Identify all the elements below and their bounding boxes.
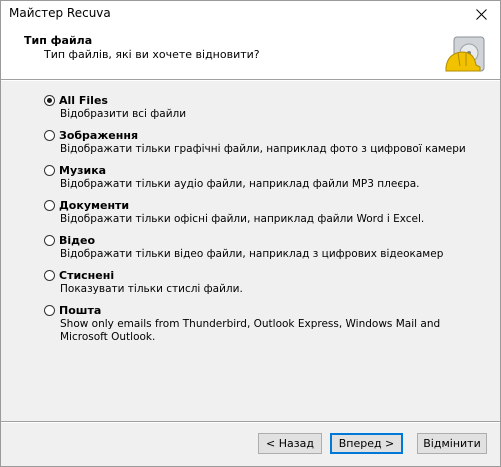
option-email[interactable]: Пошта Show only emails from Thunderbird,… bbox=[44, 303, 484, 351]
option-description: Show only emails from Thunderbird, Outlo… bbox=[60, 318, 441, 343]
option-label: Документи bbox=[59, 199, 130, 212]
option-documents[interactable]: Документи Відображати тільки офісні файл… bbox=[44, 198, 484, 233]
option-description: Відображати тільки графічні файли, напри… bbox=[60, 143, 466, 155]
window-title: Майстер Recuva bbox=[9, 6, 111, 20]
option-description: Відображати тільки відео файли, наприкла… bbox=[60, 248, 444, 260]
option-description: Відображати тільки аудіо файли, наприкла… bbox=[60, 178, 420, 190]
option-description: Відображати тільки офісні файли, наприкл… bbox=[60, 213, 425, 225]
radio-compressed[interactable] bbox=[44, 270, 55, 281]
file-type-options: All Files Відобразити всі файли Зображен… bbox=[44, 93, 484, 351]
close-button[interactable] bbox=[462, 1, 500, 27]
cancel-button[interactable]: Відмінити bbox=[417, 433, 487, 454]
option-images[interactable]: Зображення Відображати тільки графічні ф… bbox=[44, 128, 484, 163]
option-label: Стиснені bbox=[59, 269, 115, 282]
option-label: Зображення bbox=[59, 129, 139, 142]
option-description: Відобразити всі файли bbox=[60, 108, 187, 120]
close-icon bbox=[475, 8, 487, 20]
option-video[interactable]: Відео Відображати тільки відео файли, на… bbox=[44, 233, 484, 268]
footer-divider bbox=[1, 421, 500, 423]
title-bar: Майстер Recuva bbox=[1, 1, 500, 27]
option-music[interactable]: Музика Відображати тільки аудіо файли, н… bbox=[44, 163, 484, 198]
radio-email[interactable] bbox=[44, 305, 55, 316]
recuva-logo-icon bbox=[445, 36, 485, 72]
wizard-window: Майстер Recuva Тип файла Тип файлів, які… bbox=[0, 0, 501, 467]
header-subtitle: Тип файлів, які ви хочете відновити? bbox=[44, 48, 260, 61]
option-compressed[interactable]: Стиснені Показувати тільки стислі файли. bbox=[44, 268, 484, 303]
radio-video[interactable] bbox=[44, 235, 55, 246]
option-label: All Files bbox=[59, 94, 108, 107]
option-label: Відео bbox=[59, 234, 96, 247]
header-title: Тип файла bbox=[24, 34, 93, 47]
wizard-header: Тип файла Тип файлів, які ви хочете відн… bbox=[1, 27, 500, 79]
radio-documents[interactable] bbox=[44, 200, 55, 211]
radio-music[interactable] bbox=[44, 165, 55, 176]
option-label: Пошта bbox=[59, 304, 102, 317]
back-button[interactable]: < Назад bbox=[258, 433, 322, 454]
next-button[interactable]: Вперед > bbox=[330, 433, 403, 454]
option-label: Музика bbox=[59, 164, 107, 177]
radio-all-files[interactable] bbox=[44, 95, 55, 106]
option-all-files[interactable]: All Files Відобразити всі файли bbox=[44, 93, 484, 128]
option-description: Показувати тільки стислі файли. bbox=[60, 283, 243, 295]
radio-images[interactable] bbox=[44, 130, 55, 141]
header-divider bbox=[1, 79, 500, 81]
